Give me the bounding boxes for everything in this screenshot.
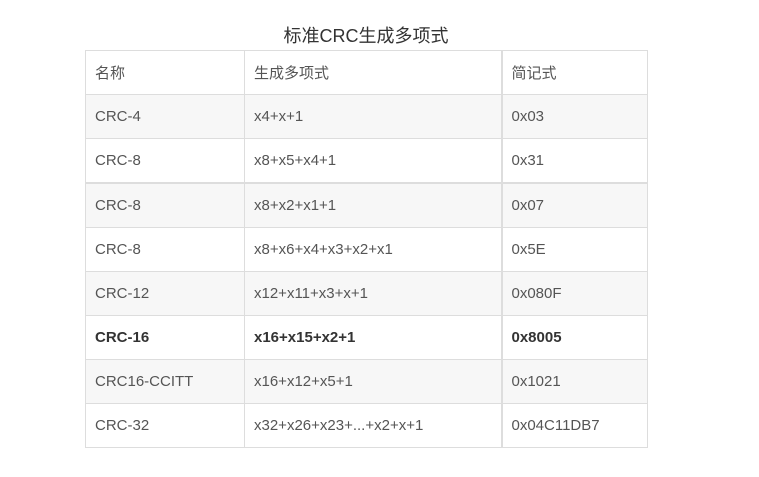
cell-name: CRC-8	[85, 227, 245, 272]
cell-short-form: 0x31	[500, 138, 648, 184]
cell-polynomial: x4+x+1	[244, 94, 502, 139]
table-row: CRC-32 x32+x26+x23+...+x2+x+1 0x04C11DB7	[85, 403, 648, 448]
cell-polynomial: x12+x11+x3+x+1	[244, 271, 502, 316]
cell-polynomial: x16+x12+x5+1	[244, 359, 502, 404]
cell-name: CRC16-CCITT	[85, 359, 245, 404]
table-row: CRC-8 x8+x5+x4+1 0x31	[85, 138, 648, 184]
table-row: CRC-8 x8+x6+x4+x3+x2+x1 0x5E	[85, 227, 648, 272]
cell-polynomial: x16+x15+x2+1	[244, 315, 502, 360]
cell-short-form: 0x07	[500, 182, 648, 228]
table-caption: 标准CRC生成多项式	[283, 26, 449, 46]
cell-name: CRC-8	[85, 138, 245, 184]
cell-name: CRC-32	[85, 403, 245, 448]
cell-polynomial: x8+x2+x1+1	[244, 182, 502, 228]
cell-polynomial: x8+x5+x4+1	[244, 138, 502, 184]
table-row: CRC-16 x16+x15+x2+1 0x8005	[85, 315, 648, 360]
header-polynomial: 生成多项式	[244, 50, 502, 95]
cell-short-form: 0x03	[500, 94, 648, 139]
cell-name: CRC-16	[85, 315, 245, 360]
cell-name: CRC-4	[85, 94, 245, 139]
cell-name: CRC-8	[85, 182, 245, 228]
crc-polynomial-table: 名称 生成多项式 简记式 CRC-4 x4+x+1 0x03 CRC-8 x8+…	[85, 50, 648, 448]
cell-polynomial: x8+x6+x4+x3+x2+x1	[244, 227, 502, 272]
cell-short-form: 0x5E	[500, 227, 648, 272]
cell-short-form: 0x1021	[500, 359, 648, 404]
header-short-form: 简记式	[500, 50, 648, 95]
table-row: CRC-12 x12+x11+x3+x+1 0x080F	[85, 271, 648, 316]
cell-short-form: 0x04C11DB7	[500, 403, 648, 448]
cell-short-form: 0x080F	[500, 271, 648, 316]
table-row: CRC-8 x8+x2+x1+1 0x07	[85, 182, 648, 228]
header-name: 名称	[85, 50, 245, 95]
table-row: CRC16-CCITT x16+x12+x5+1 0x1021	[85, 359, 648, 404]
table-header-row: 名称 生成多项式 简记式	[85, 50, 648, 95]
cell-name: CRC-12	[85, 271, 245, 316]
cell-short-form: 0x8005	[500, 315, 648, 360]
cell-polynomial: x32+x26+x23+...+x2+x+1	[244, 403, 502, 448]
table-row: CRC-4 x4+x+1 0x03	[85, 94, 648, 139]
